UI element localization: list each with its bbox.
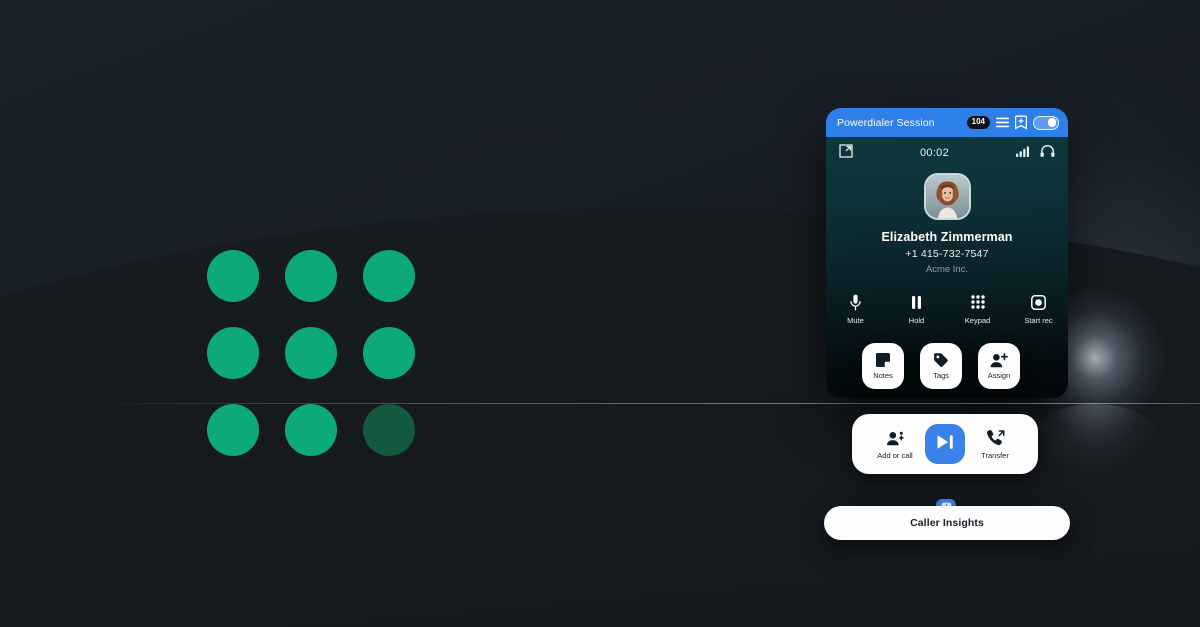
progress-dot bbox=[363, 250, 415, 302]
progress-dot bbox=[363, 327, 415, 379]
mute-button[interactable]: Mute bbox=[838, 293, 874, 325]
panel-header: Powerdialer Session 104 bbox=[826, 108, 1068, 137]
call-timer: 00:02 bbox=[919, 147, 950, 159]
pause-icon bbox=[899, 293, 935, 311]
call-controls: Mute Hold Keypad Start rec bbox=[826, 293, 1068, 325]
hamburger-menu-icon[interactable] bbox=[996, 117, 1009, 128]
keypad-label: Keypad bbox=[964, 316, 991, 325]
caller-insights-label: Caller Insights bbox=[910, 517, 984, 529]
add-person-icon bbox=[990, 352, 1008, 368]
keypad-button[interactable]: Keypad bbox=[960, 293, 996, 325]
session-toggle-switch[interactable] bbox=[1033, 115, 1059, 130]
hold-button[interactable]: Hold bbox=[899, 293, 935, 325]
collapse-window-icon[interactable] bbox=[839, 143, 853, 163]
microphone-icon bbox=[838, 293, 874, 311]
note-icon bbox=[875, 352, 891, 368]
hold-label: Hold bbox=[908, 316, 925, 325]
mute-label: Mute bbox=[847, 316, 864, 325]
progress-dot bbox=[207, 250, 259, 302]
add-or-call-button[interactable]: Add or call bbox=[869, 428, 921, 460]
assign-label: Assign bbox=[987, 370, 1011, 380]
record-icon bbox=[1021, 293, 1057, 311]
status-icons bbox=[1016, 144, 1055, 163]
skip-next-icon bbox=[935, 433, 955, 456]
start-rec-button[interactable]: Start rec bbox=[1021, 293, 1057, 325]
caller-insights-button[interactable]: Caller Insights bbox=[824, 506, 1070, 540]
progress-dot bbox=[285, 404, 337, 456]
session-count-badge: 104 bbox=[966, 116, 990, 129]
progress-dot-grid bbox=[207, 250, 441, 481]
quick-actions: Notes Tags Assign bbox=[862, 343, 1020, 389]
tags-label: Tags bbox=[933, 371, 949, 380]
add-or-call-label: Add or call bbox=[877, 451, 913, 460]
dialpad-icon bbox=[960, 293, 996, 311]
tags-button[interactable]: Tags bbox=[920, 343, 962, 389]
progress-dot bbox=[363, 404, 415, 456]
progress-dot bbox=[207, 327, 259, 379]
start-rec-label: Start rec bbox=[1024, 316, 1053, 325]
headset-icon[interactable] bbox=[1040, 144, 1055, 163]
contact-phone: +1 415-732-7547 bbox=[905, 248, 989, 260]
panel-title: Powerdialer Session bbox=[837, 116, 935, 129]
progress-dot bbox=[285, 327, 337, 379]
call-status-bar: 00:02 bbox=[826, 137, 1068, 169]
transfer-label: Transfer bbox=[981, 451, 1009, 460]
progress-dot bbox=[285, 250, 337, 302]
primary-action-bar: Add or call Transfer bbox=[852, 414, 1038, 474]
transfer-button[interactable]: Transfer bbox=[969, 428, 1021, 460]
background-light-reflection bbox=[1030, 404, 1160, 474]
phone-forward-icon bbox=[969, 428, 1021, 448]
signal-bars-icon bbox=[1016, 144, 1029, 162]
screenshot-canvas: Powerdialer Session 104 00:02 Elizabeth … bbox=[0, 0, 1200, 627]
bookmark-icon[interactable] bbox=[1015, 115, 1027, 130]
tag-icon bbox=[933, 352, 949, 368]
next-call-button[interactable] bbox=[925, 424, 965, 464]
contact-company: Acme Inc. bbox=[925, 264, 969, 275]
notes-label: Notes bbox=[873, 371, 893, 380]
notes-button[interactable]: Notes bbox=[862, 343, 904, 389]
progress-dot bbox=[207, 404, 259, 456]
contact-name: Elizabeth Zimmerman bbox=[881, 230, 1013, 244]
assign-button[interactable]: Assign bbox=[978, 343, 1020, 389]
add-person-icon bbox=[869, 428, 921, 448]
contact-avatar bbox=[923, 173, 971, 220]
